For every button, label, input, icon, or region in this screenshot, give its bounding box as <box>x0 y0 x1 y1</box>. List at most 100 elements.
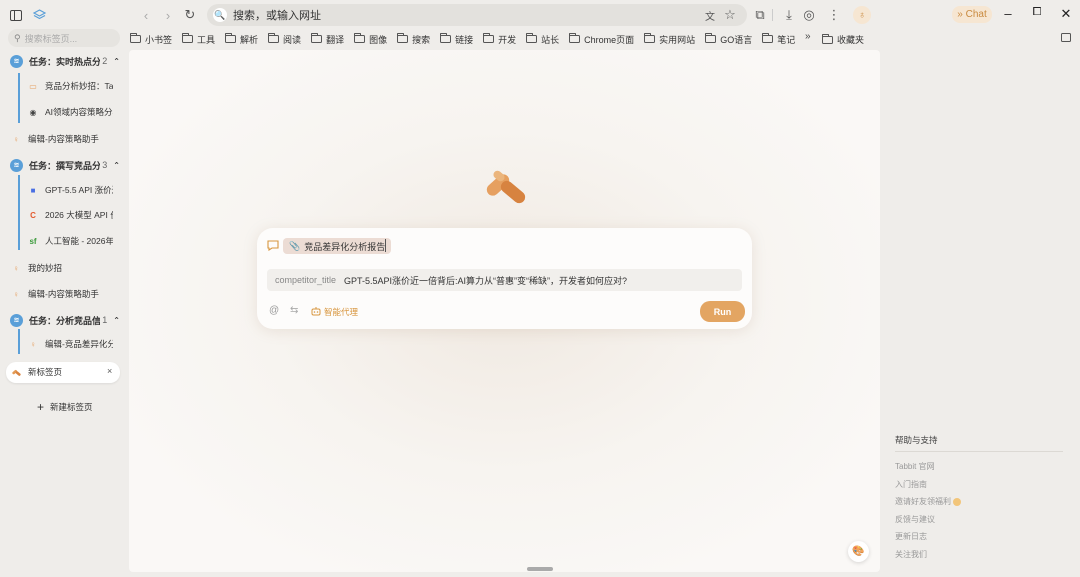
sidebar-row-label: 人工智能 - 2026年全 <box>45 236 113 246</box>
minimize-icon[interactable]: – <box>1000 6 1016 21</box>
sidebar-group[interactable]: ≋ 任务：分析竞品信息1 ⌃ <box>10 310 120 330</box>
bulb-icon[interactable]: ♁ <box>853 6 871 24</box>
chevron-up-icon[interactable]: ⌃ <box>113 57 120 66</box>
address-input[interactable]: 搜索，或输入网址 <box>233 7 321 23</box>
sidebar-tab[interactable]: ♀ 编辑-竞品差异化分析 <box>27 334 113 354</box>
restore-icon[interactable]: ⧠ <box>1029 6 1045 19</box>
bookmark-label: 阅读 <box>283 34 302 45</box>
sidebar-search-input[interactable]: 搜索标签页... <box>25 32 78 45</box>
skill-chip[interactable]: 📎 竞品差异化分析报告 <box>283 238 392 254</box>
top-bar: ‹ › ↻ 🔍 搜索，或输入网址 文 ☆ ⧉ ⤓ ◎ ⋮ ♁ » Chat – … <box>0 0 1080 30</box>
sidebar-toggle-icon[interactable] <box>7 6 25 24</box>
help-link-guide[interactable]: 入门指南 <box>895 479 927 490</box>
extensions-icon[interactable]: ⧉ <box>751 6 769 24</box>
sidebar-tab[interactable]: ■ GPT-5.5 API 涨价近 <box>27 180 113 200</box>
reading-list-icon[interactable] <box>1061 33 1071 42</box>
sidebar-group[interactable]: ≋ 任务：撰写竞品分析3 ⌃ <box>10 155 120 175</box>
paperclip-icon: 📎 <box>289 240 301 251</box>
folder-icon <box>354 33 366 43</box>
bookmark-folder[interactable]: 站长 <box>526 33 559 46</box>
tabbit-stack-icon[interactable] <box>30 6 48 24</box>
bookmark-label: 开发 <box>498 34 517 45</box>
bookmark-folder[interactable]: 笔记 <box>762 33 795 46</box>
agent-label: 智能代理 <box>324 307 359 317</box>
bookmark-folder[interactable]: 阅读 <box>268 33 301 46</box>
back-icon[interactable]: ‹ <box>137 6 155 24</box>
sidebar-search[interactable]: ⚲ 搜索标签页... <box>8 29 120 47</box>
folder-icon <box>483 33 495 43</box>
robot-icon <box>311 306 321 318</box>
chevron-up-icon[interactable]: ⌃ <box>113 161 120 170</box>
download-icon[interactable]: ⤓ <box>780 6 798 24</box>
competitor-title-field[interactable]: competitor_title GPT-5.5API涨价近一倍背后:AI算力从… <box>267 269 742 291</box>
task-group-icon: ≋ <box>10 54 23 68</box>
sidebar-tab[interactable]: ♀ 编辑-内容策略助手 <box>10 284 99 304</box>
close-tab-icon[interactable]: × <box>107 366 112 376</box>
search-icon: 🔍 <box>213 8 227 22</box>
folder-icon <box>182 33 194 43</box>
bookmark-label: 小书签 <box>145 34 173 45</box>
field-value[interactable]: GPT-5.5API涨价近一倍背后:AI算力从“普惠”变“稀缺”，开发者如何应对… <box>344 274 627 287</box>
folder-icon <box>268 33 280 43</box>
bulb-icon: ♀ <box>13 263 19 273</box>
forward-icon[interactable]: › <box>159 6 177 24</box>
bookmark-label: GO语言 <box>720 34 753 45</box>
help-link-invite[interactable]: 邀请好友领福利 <box>895 496 962 507</box>
sidebar-tab[interactable]: ◉ AI领域内容策略分析 <box>27 102 114 122</box>
group-line <box>18 175 20 250</box>
help-link-website[interactable]: Tabbit 官网 <box>895 461 935 472</box>
folder-icon <box>526 33 538 43</box>
bookmark-folder-favorites[interactable]: 收藏夹 <box>822 33 864 46</box>
profile-icon[interactable]: ◎ <box>800 6 818 24</box>
bookmark-label: 链接 <box>455 34 474 45</box>
translate-icon[interactable]: 文 <box>701 6 719 24</box>
bookmark-folder[interactable]: 小书签 <box>130 33 172 46</box>
task-group-icon: ≋ <box>10 313 23 327</box>
help-link-changelog[interactable]: 更新日志 <box>895 531 927 542</box>
bookmark-label: Chrome页面 <box>584 34 635 45</box>
bookmark-label: 实用网站 <box>659 34 696 45</box>
chat-button[interactable]: » Chat <box>952 6 992 23</box>
sidebar-tab[interactable]: C 2026 大模型 API 价 <box>27 205 113 225</box>
help-link-follow[interactable]: 关注我们 <box>895 549 927 560</box>
bookmark-folder[interactable]: 搜索 <box>397 33 430 46</box>
palette-icon[interactable]: 🎨 <box>848 541 869 562</box>
resize-handle[interactable] <box>527 567 553 571</box>
folder-icon <box>762 33 774 43</box>
field-name-label: competitor_title <box>275 275 337 285</box>
chevron-up-icon[interactable]: ⌃ <box>113 316 120 325</box>
sidebar-tab[interactable]: ♀ 我的妙招 <box>10 258 62 278</box>
sidebar-tab[interactable]: sf 人工智能 - 2026年全 <box>27 231 113 251</box>
active-tab-row[interactable]: 新标签页 <box>10 362 62 382</box>
sidebar-tab[interactable]: ▭ 竞品分析妙招：Tabbit <box>27 76 113 96</box>
comment-icon <box>267 240 279 254</box>
bookmark-folder[interactable]: 翻译 <box>311 33 344 46</box>
text-cursor <box>385 239 386 252</box>
star-icon[interactable]: ☆ <box>721 6 739 24</box>
bookmark-folder[interactable]: 解析 <box>225 33 258 46</box>
bookmark-folder[interactable]: GO语言 <box>705 33 752 46</box>
folder-icon <box>440 33 452 43</box>
bookmark-folder[interactable]: Chrome页面 <box>569 33 634 46</box>
bookmarks-more-icon[interactable]: » <box>805 31 811 42</box>
sidebar-group[interactable]: ≋ 任务：实时热点分析2 ⌃ <box>10 51 120 71</box>
more-menu-icon[interactable]: ⋮ <box>825 6 843 24</box>
bookmark-folder[interactable]: 实用网站 <box>644 33 695 46</box>
bookmark-folder[interactable]: 链接 <box>440 33 473 46</box>
bookmark-folder[interactable]: 工具 <box>182 33 215 46</box>
folder-icon <box>311 33 323 43</box>
swap-icon[interactable]: ⇆ <box>290 305 298 316</box>
at-mention-icon[interactable]: @ <box>269 305 279 316</box>
help-link-feedback[interactable]: 反馈与建议 <box>895 514 935 525</box>
bookmark-label: 图像 <box>369 34 388 45</box>
bookmark-folder[interactable]: 图像 <box>354 33 387 46</box>
agent-mode-button[interactable]: 智能代理 <box>311 306 358 318</box>
sidebar-row-label: 编辑-内容策略助手 <box>28 289 99 299</box>
sidebar-tab[interactable]: ♀ 编辑-内容策略助手 <box>10 129 99 149</box>
close-window-icon[interactable]: ✕ <box>1058 6 1074 22</box>
reload-icon[interactable]: ↻ <box>181 6 199 24</box>
bookmark-folder[interactable]: 开发 <box>483 33 516 46</box>
run-button[interactable]: Run <box>700 301 745 322</box>
new-tab-button[interactable]: + 新建标签页 <box>37 397 93 417</box>
address-bar[interactable]: 🔍 搜索，或输入网址 <box>207 4 747 26</box>
